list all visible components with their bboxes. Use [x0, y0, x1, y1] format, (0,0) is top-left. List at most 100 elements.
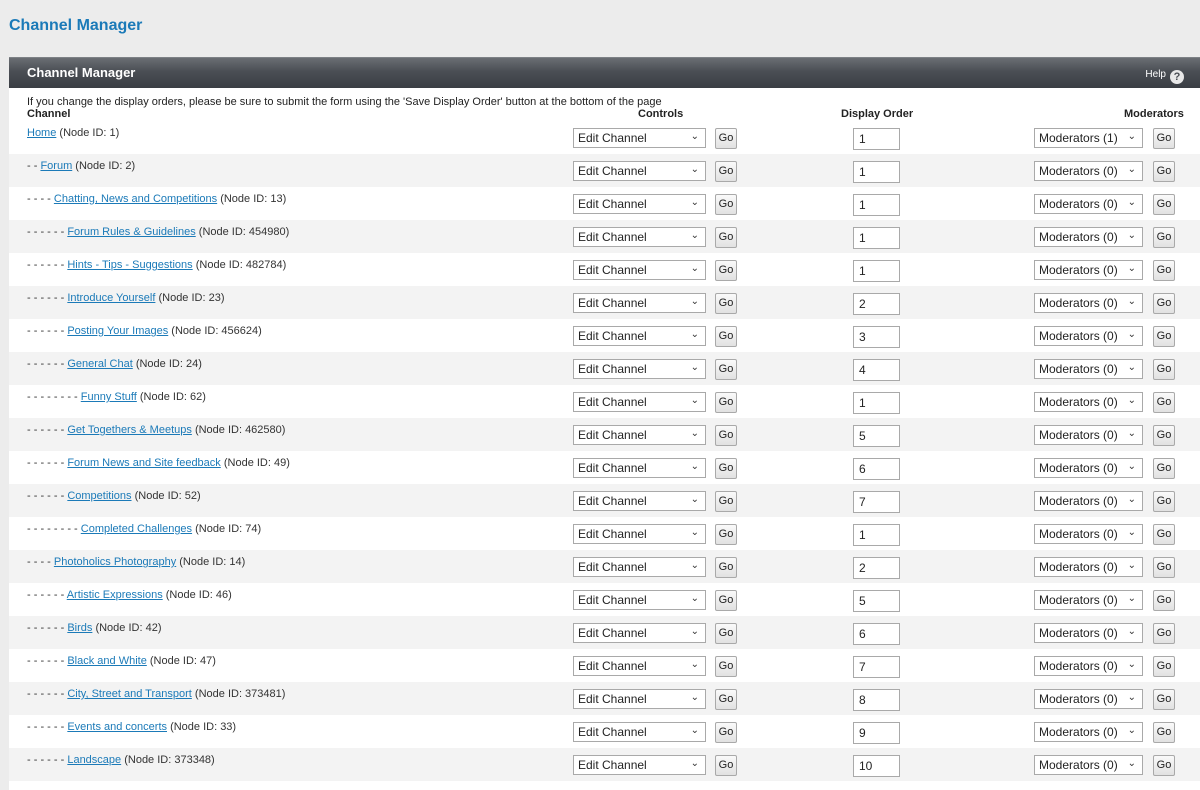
controls-go-button[interactable]: Go — [715, 689, 737, 710]
moderators-go-button[interactable]: Go — [1153, 128, 1175, 149]
controls-select[interactable]: Edit Channel ⌄ — [573, 227, 706, 247]
channel-link[interactable]: Forum News and Site feedback — [67, 457, 220, 469]
controls-go-button[interactable]: Go — [715, 656, 737, 677]
display-order-input[interactable]: 9 — [853, 722, 900, 744]
question-circle-icon[interactable]: ? — [1170, 70, 1184, 84]
channel-link[interactable]: Completed Challenges — [81, 523, 192, 535]
channel-link[interactable]: Get Togethers & Meetups — [67, 424, 192, 436]
moderators-go-button[interactable]: Go — [1153, 161, 1175, 182]
help-link[interactable]: Help ? — [1145, 65, 1184, 84]
controls-go-button[interactable]: Go — [715, 590, 737, 611]
moderators-select[interactable]: Moderators (0) ⌄ — [1034, 491, 1143, 511]
display-order-input[interactable]: 1 — [853, 194, 900, 216]
channel-link[interactable]: Landscape — [67, 754, 121, 766]
controls-select[interactable]: Edit Channel ⌄ — [573, 491, 706, 511]
controls-select[interactable]: Edit Channel ⌄ — [573, 590, 706, 610]
controls-select[interactable]: Edit Channel ⌄ — [573, 161, 706, 181]
controls-select[interactable]: Edit Channel ⌄ — [573, 623, 706, 643]
display-order-input[interactable]: 5 — [853, 425, 900, 447]
controls-go-button[interactable]: Go — [715, 524, 737, 545]
channel-link[interactable]: Funny Stuff — [81, 391, 137, 403]
controls-go-button[interactable]: Go — [715, 557, 737, 578]
controls-go-button[interactable]: Go — [715, 161, 737, 182]
display-order-input[interactable]: 2 — [853, 293, 900, 315]
controls-select[interactable]: Edit Channel ⌄ — [573, 722, 706, 742]
moderators-select[interactable]: Moderators (0) ⌄ — [1034, 524, 1143, 544]
moderators-go-button[interactable]: Go — [1153, 458, 1175, 479]
controls-go-button[interactable]: Go — [715, 755, 737, 776]
moderators-select[interactable]: Moderators (0) ⌄ — [1034, 722, 1143, 742]
display-order-input[interactable]: 1 — [853, 161, 900, 183]
moderators-go-button[interactable]: Go — [1153, 722, 1175, 743]
channel-link[interactable]: Introduce Yourself — [67, 292, 155, 304]
moderators-go-button[interactable]: Go — [1153, 227, 1175, 248]
moderators-select[interactable]: Moderators (0) ⌄ — [1034, 359, 1143, 379]
controls-go-button[interactable]: Go — [715, 359, 737, 380]
display-order-input[interactable]: 1 — [853, 524, 900, 546]
controls-select[interactable]: Edit Channel ⌄ — [573, 293, 706, 313]
moderators-select[interactable]: Moderators (0) ⌄ — [1034, 689, 1143, 709]
moderators-select[interactable]: Moderators (0) ⌄ — [1034, 557, 1143, 577]
controls-go-button[interactable]: Go — [715, 458, 737, 479]
controls-go-button[interactable]: Go — [715, 194, 737, 215]
controls-go-button[interactable]: Go — [715, 491, 737, 512]
channel-link[interactable]: Black and White — [67, 655, 146, 667]
moderators-go-button[interactable]: Go — [1153, 491, 1175, 512]
display-order-input[interactable]: 3 — [853, 326, 900, 348]
controls-select[interactable]: Edit Channel ⌄ — [573, 458, 706, 478]
moderators-select[interactable]: Moderators (0) ⌄ — [1034, 755, 1143, 775]
display-order-input[interactable]: 1 — [853, 260, 900, 282]
channel-link[interactable]: Chatting, News and Competitions — [54, 193, 217, 205]
channel-link[interactable]: Home — [27, 127, 56, 139]
controls-go-button[interactable]: Go — [715, 623, 737, 644]
display-order-input[interactable]: 1 — [853, 227, 900, 249]
channel-link[interactable]: General Chat — [67, 358, 132, 370]
moderators-go-button[interactable]: Go — [1153, 689, 1175, 710]
moderators-select[interactable]: Moderators (0) ⌄ — [1034, 161, 1143, 181]
display-order-input[interactable]: 4 — [853, 359, 900, 381]
display-order-input[interactable]: 8 — [853, 689, 900, 711]
moderators-go-button[interactable]: Go — [1153, 755, 1175, 776]
moderators-go-button[interactable]: Go — [1153, 656, 1175, 677]
channel-link[interactable]: Forum Rules & Guidelines — [67, 226, 195, 238]
controls-go-button[interactable]: Go — [715, 326, 737, 347]
channel-link[interactable]: Events and concerts — [67, 721, 167, 733]
controls-select[interactable]: Edit Channel ⌄ — [573, 128, 706, 148]
channel-link[interactable]: Posting Your Images — [67, 325, 168, 337]
channel-link[interactable]: Hints - Tips - Suggestions — [67, 259, 192, 271]
channel-link[interactable]: Birds — [67, 622, 92, 634]
controls-go-button[interactable]: Go — [715, 425, 737, 446]
controls-select[interactable]: Edit Channel ⌄ — [573, 755, 706, 775]
moderators-go-button[interactable]: Go — [1153, 359, 1175, 380]
controls-go-button[interactable]: Go — [715, 722, 737, 743]
display-order-input[interactable]: 2 — [853, 557, 900, 579]
channel-link[interactable]: Photoholics Photography — [54, 556, 176, 568]
moderators-go-button[interactable]: Go — [1153, 194, 1175, 215]
display-order-input[interactable]: 10 — [853, 755, 900, 777]
moderators-go-button[interactable]: Go — [1153, 326, 1175, 347]
display-order-input[interactable]: 7 — [853, 656, 900, 678]
display-order-input[interactable]: 1 — [853, 392, 900, 414]
controls-select[interactable]: Edit Channel ⌄ — [573, 656, 706, 676]
moderators-go-button[interactable]: Go — [1153, 557, 1175, 578]
moderators-select[interactable]: Moderators (0) ⌄ — [1034, 260, 1143, 280]
moderators-go-button[interactable]: Go — [1153, 260, 1175, 281]
controls-select[interactable]: Edit Channel ⌄ — [573, 326, 706, 346]
moderators-go-button[interactable]: Go — [1153, 425, 1175, 446]
moderators-select[interactable]: Moderators (0) ⌄ — [1034, 227, 1143, 247]
controls-select[interactable]: Edit Channel ⌄ — [573, 392, 706, 412]
controls-select[interactable]: Edit Channel ⌄ — [573, 557, 706, 577]
display-order-input[interactable]: 6 — [853, 623, 900, 645]
channel-link[interactable]: Artistic Expressions — [67, 589, 163, 601]
display-order-input[interactable]: 1 — [853, 128, 900, 150]
moderators-select[interactable]: Moderators (0) ⌄ — [1034, 458, 1143, 478]
controls-go-button[interactable]: Go — [715, 128, 737, 149]
display-order-input[interactable]: 6 — [853, 458, 900, 480]
moderators-select[interactable]: Moderators (0) ⌄ — [1034, 326, 1143, 346]
controls-select[interactable]: Edit Channel ⌄ — [573, 359, 706, 379]
controls-select[interactable]: Edit Channel ⌄ — [573, 689, 706, 709]
moderators-go-button[interactable]: Go — [1153, 590, 1175, 611]
moderators-select[interactable]: Moderators (0) ⌄ — [1034, 392, 1143, 412]
channel-link[interactable]: City, Street and Transport — [67, 688, 192, 700]
moderators-go-button[interactable]: Go — [1153, 623, 1175, 644]
